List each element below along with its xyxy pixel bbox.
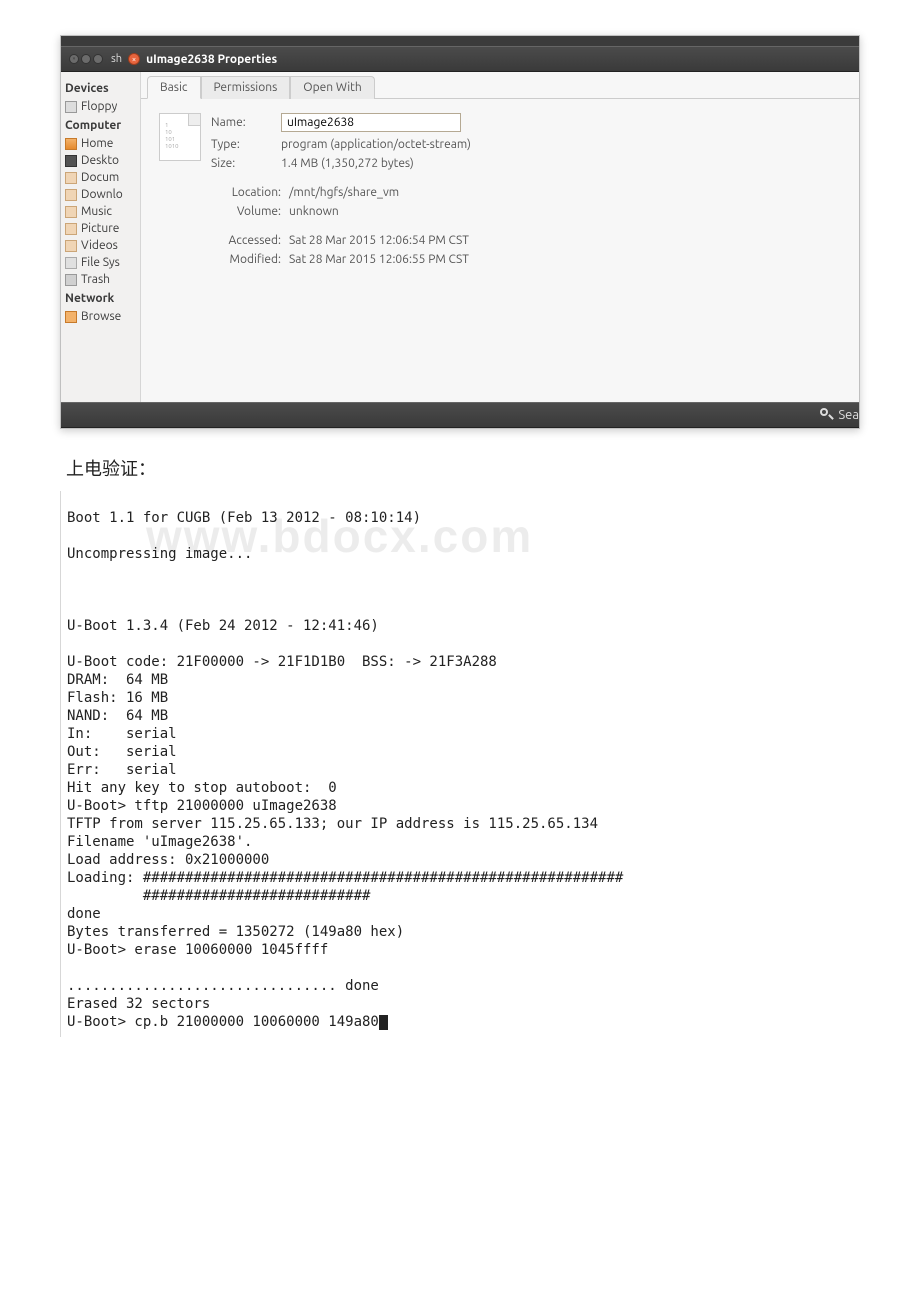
- window-maximize-button[interactable]: [93, 54, 103, 64]
- sidebar-item-label: Picture: [81, 222, 119, 235]
- accessed-label: Accessed:: [211, 234, 289, 247]
- sidebar-item-trash[interactable]: Trash: [65, 271, 136, 288]
- desktop-icon: [65, 155, 77, 167]
- sidebar-item-floppy[interactable]: Floppy: [65, 98, 136, 115]
- documents-icon: [65, 172, 77, 184]
- sidebar-item-label: Music: [81, 205, 112, 218]
- window-close-button[interactable]: ×: [69, 54, 79, 64]
- sidebar-item-documents[interactable]: Docum: [65, 169, 136, 186]
- size-label: Size:: [211, 157, 281, 170]
- terminal-output: Boot 1.1 for CUGB (Feb 13 2012 - 08:10:1…: [60, 491, 860, 1037]
- trash-icon: [65, 274, 77, 286]
- size-value: 1.4 MB (1,350,272 bytes): [281, 157, 414, 170]
- terminal-cursor: [379, 1015, 388, 1030]
- type-label: Type:: [211, 138, 281, 151]
- music-icon: [65, 206, 77, 218]
- sidebar-item-browse[interactable]: Browse: [65, 308, 136, 325]
- name-label: Name:: [211, 116, 281, 129]
- downloads-icon: [65, 189, 77, 201]
- dialog-title: uImage2638 Properties: [146, 53, 277, 66]
- sidebar-head-devices: Devices: [65, 82, 136, 95]
- sidebar-item-label: Trash: [81, 273, 110, 286]
- videos-icon: [65, 240, 77, 252]
- file-manager-window: × sh × uImage2638 Properties Devices Flo…: [60, 35, 860, 429]
- location-label: Location:: [211, 186, 289, 199]
- type-value: program (application/octet-stream): [281, 138, 471, 151]
- section-heading: 上电验证：: [66, 455, 860, 481]
- location-value: /mnt/hgfs/share_vm: [289, 186, 399, 199]
- sidebar-item-home[interactable]: Home: [65, 135, 136, 152]
- dialog-close-icon[interactable]: ×: [128, 53, 140, 65]
- file-type-icon: 1101011010: [159, 113, 201, 161]
- properties-panel: Basic Permissions Open With 1101011010 N…: [141, 72, 859, 402]
- window-path-bar: [61, 36, 859, 46]
- sidebar-item-label: Floppy: [81, 100, 117, 113]
- sh-label: sh: [111, 53, 128, 65]
- sidebar-item-desktop[interactable]: Deskto: [65, 152, 136, 169]
- tab-permissions[interactable]: Permissions: [201, 76, 291, 99]
- sidebar-item-label: Browse: [81, 310, 121, 323]
- modified-value: Sat 28 Mar 2015 12:06:55 PM CST: [289, 253, 469, 266]
- terminal-text: Boot 1.1 for CUGB (Feb 13 2012 - 08:10:1…: [67, 510, 623, 1030]
- sidebar-item-label: Home: [81, 137, 113, 150]
- sidebar-head-computer: Computer: [65, 119, 136, 132]
- dialog-titlebar: × sh × uImage2638 Properties: [61, 46, 859, 72]
- sidebar-item-pictures[interactable]: Picture: [65, 220, 136, 237]
- search-label: Sea: [838, 408, 859, 422]
- accessed-value: Sat 28 Mar 2015 12:06:54 PM CST: [289, 234, 469, 247]
- modified-label: Modified:: [211, 253, 289, 266]
- sidebar-item-music[interactable]: Music: [65, 203, 136, 220]
- floppy-icon: [65, 101, 77, 113]
- sidebar-head-network: Network: [65, 292, 136, 305]
- window-minimize-button[interactable]: [81, 54, 91, 64]
- home-icon: [65, 138, 77, 150]
- volume-label: Volume:: [211, 205, 289, 218]
- volume-value: unknown: [289, 205, 339, 218]
- search-field[interactable]: Sea: [820, 408, 859, 422]
- filesystem-icon: [65, 257, 77, 269]
- browse-icon: [65, 311, 77, 323]
- tab-open-with[interactable]: Open With: [290, 76, 374, 99]
- sidebar-item-downloads[interactable]: Downlo: [65, 186, 136, 203]
- sidebar-item-filesystem[interactable]: File Sys: [65, 254, 136, 271]
- sidebar-item-videos[interactable]: Videos: [65, 237, 136, 254]
- name-input[interactable]: [281, 113, 461, 132]
- sidebar-item-label: Downlo: [81, 188, 123, 201]
- sidebar-item-label: File Sys: [81, 256, 120, 269]
- sidebar-item-label: Docum: [81, 171, 119, 184]
- search-icon: [820, 408, 834, 422]
- sidebar-item-label: Videos: [81, 239, 118, 252]
- places-sidebar: Devices Floppy Computer Home Deskto Docu…: [61, 72, 141, 402]
- sidebar-item-label: Deskto: [81, 154, 119, 167]
- pictures-icon: [65, 223, 77, 235]
- tab-basic[interactable]: Basic: [147, 76, 201, 99]
